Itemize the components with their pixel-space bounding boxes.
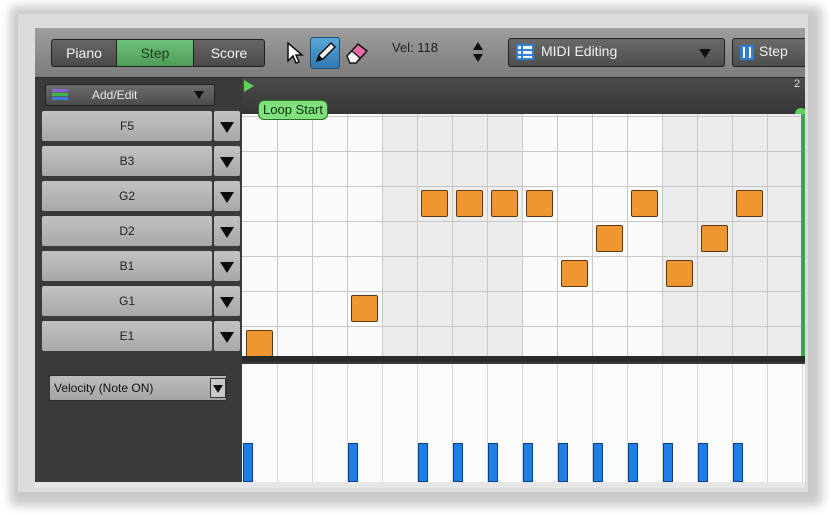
track-list: Add/Edit F5 B3 G2 D2 B1 G1 E1: [35, 78, 242, 364]
track-row: F5: [41, 109, 241, 142]
track-menu-button[interactable]: [213, 250, 241, 282]
velocity-bar[interactable]: [593, 443, 603, 482]
track-name-button[interactable]: B1: [41, 250, 213, 282]
chevron-down-icon: [220, 227, 234, 238]
velocity-bar[interactable]: [348, 443, 358, 482]
timeline-ruler: Loop Start 2: [242, 78, 805, 120]
toolbar: Piano Step Score Vel: 118 MIDI Editing S…: [35, 28, 805, 78]
track-name-button[interactable]: B3: [41, 145, 213, 177]
track-row: B3: [41, 144, 241, 177]
track-menu-button[interactable]: [213, 285, 241, 317]
loop-start-flag-icon[interactable]: [244, 80, 254, 92]
track-row: G1: [41, 284, 241, 317]
track-row: G2: [41, 179, 241, 212]
velocity-lane-selector[interactable]: Velocity (Note ON): [49, 375, 227, 401]
note-cell[interactable]: [561, 260, 588, 287]
velocity-stepper-icon[interactable]: [472, 39, 484, 65]
velocity-column-line: [767, 364, 768, 488]
note-cell[interactable]: [526, 190, 553, 217]
view-label: Step: [759, 43, 788, 59]
chevron-down-icon: [220, 332, 234, 343]
note-cell[interactable]: [596, 225, 623, 252]
track-menu-button[interactable]: [213, 180, 241, 212]
track-row: E1: [41, 319, 241, 352]
chevron-down-icon: [210, 378, 226, 398]
track-row: D2: [41, 214, 241, 247]
velocity-column-line: [277, 364, 278, 488]
grid-row-line: [242, 256, 805, 257]
tab-step[interactable]: Step: [117, 39, 193, 67]
step-editor: Piano Step Score Vel: 118 MIDI Editing S…: [35, 28, 805, 488]
track-menu-button[interactable]: [213, 215, 241, 247]
velocity-bar[interactable]: [243, 443, 253, 482]
track-name-button[interactable]: G1: [41, 285, 213, 317]
velocity-lane-label: Velocity (Note ON): [54, 381, 154, 395]
chevron-down-icon: [220, 262, 234, 273]
list-icon: [516, 44, 534, 60]
note-cell[interactable]: [246, 330, 273, 356]
track-menu-button[interactable]: [213, 320, 241, 352]
color-list-icon: [52, 89, 68, 100]
eraser-tool-icon[interactable]: [343, 39, 371, 65]
track-row: B1: [41, 249, 241, 282]
velocity-bar[interactable]: [523, 443, 533, 482]
velocity-bar[interactable]: [453, 443, 463, 482]
track-menu-button[interactable]: [213, 145, 241, 177]
track-name-button[interactable]: E1: [41, 320, 213, 352]
track-menu-button[interactable]: [213, 110, 241, 142]
track-name-button[interactable]: D2: [41, 215, 213, 247]
chevron-down-icon: [220, 122, 234, 133]
note-cell[interactable]: [701, 225, 728, 252]
step-grid[interactable]: [242, 114, 805, 356]
step-view-icon: [740, 45, 754, 60]
velocity-bar[interactable]: [663, 443, 673, 482]
velocity-bar[interactable]: [418, 443, 428, 482]
grid-divider: [242, 356, 805, 362]
add-edit-label: Add/Edit: [92, 88, 138, 102]
note-cell[interactable]: [456, 190, 483, 217]
tab-piano[interactable]: Piano: [51, 39, 117, 67]
velocity-lane[interactable]: [242, 364, 805, 488]
chevron-down-icon: [194, 91, 204, 99]
grid-row-line: [242, 186, 805, 187]
grid-row-line: [242, 291, 805, 292]
note-cell[interactable]: [736, 190, 763, 217]
velocity-column-line: [312, 364, 313, 488]
editing-mode-label: MIDI Editing: [541, 43, 618, 59]
velocity-bar[interactable]: [733, 443, 743, 482]
tab-score[interactable]: Score: [193, 39, 265, 67]
loop-end-line: [801, 114, 805, 356]
bottom-border: [35, 482, 805, 488]
pencil-tool-icon[interactable]: [310, 37, 340, 69]
velocity-column-line: [802, 364, 803, 488]
velocity-bar[interactable]: [628, 443, 638, 482]
note-cell[interactable]: [631, 190, 658, 217]
velocity-bar[interactable]: [698, 443, 708, 482]
chevron-down-icon: [220, 192, 234, 203]
grid-row-line: [242, 221, 805, 222]
velocity-bar[interactable]: [488, 443, 498, 482]
grid-row-line: [242, 151, 805, 152]
loop-start-marker[interactable]: Loop Start: [258, 100, 328, 120]
note-cell[interactable]: [666, 260, 693, 287]
chevron-down-icon: [699, 49, 711, 58]
grid-row-line: [242, 326, 805, 327]
note-cell[interactable]: [421, 190, 448, 217]
editing-mode-dropdown[interactable]: MIDI Editing: [508, 38, 725, 67]
note-cell[interactable]: [491, 190, 518, 217]
view-dropdown[interactable]: Step: [732, 38, 805, 67]
chevron-down-icon: [220, 297, 234, 308]
track-name-button[interactable]: G2: [41, 180, 213, 212]
velocity-readout: Vel: 118: [392, 40, 439, 55]
bar-number: 2: [794, 78, 801, 90]
velocity-column-line: [382, 364, 383, 488]
track-name-button[interactable]: F5: [41, 110, 213, 142]
pointer-tool-icon[interactable]: [285, 41, 305, 65]
velocity-bar[interactable]: [558, 443, 568, 482]
note-cell[interactable]: [351, 295, 378, 322]
chevron-down-icon: [220, 157, 234, 168]
add-edit-dropdown[interactable]: Add/Edit: [45, 84, 215, 106]
